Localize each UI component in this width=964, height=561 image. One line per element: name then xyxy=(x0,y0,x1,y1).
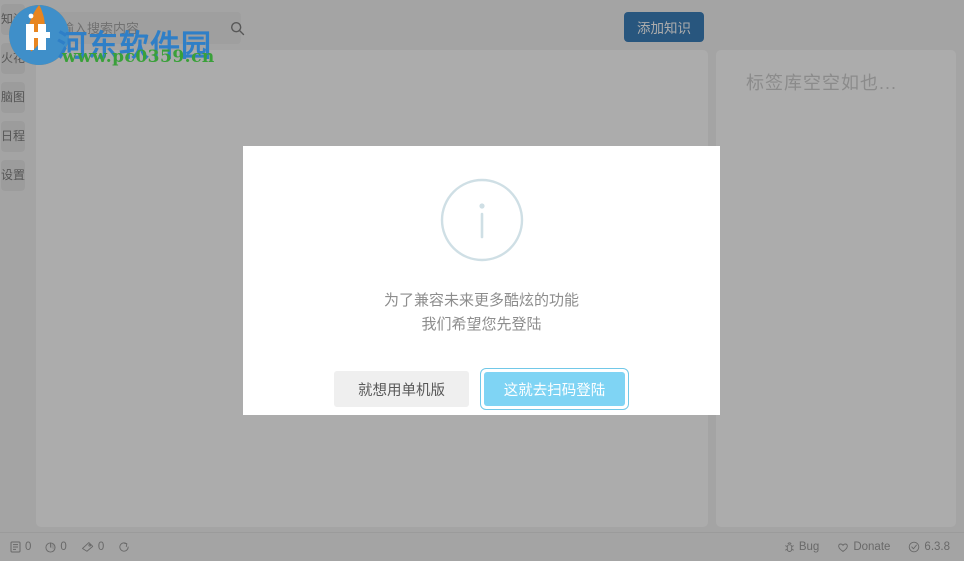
dialog-actions: 就想用单机版 这就去扫码登陆 xyxy=(243,368,720,410)
info-circle-icon xyxy=(439,177,525,263)
application-window: 知识 火花 脑图 日程 设置 请输入搜索内容 添加知识 标签库空空如也... 0… xyxy=(0,0,964,561)
use-standalone-button[interactable]: 就想用单机版 xyxy=(334,371,469,407)
scan-login-button[interactable]: 这就去扫码登陆 xyxy=(484,372,625,406)
dialog-message: 为了兼容未来更多酷炫的功能 我们希望您先登陆 xyxy=(243,289,720,337)
dialog-message-line-1: 为了兼容未来更多酷炫的功能 xyxy=(383,292,579,309)
scan-login-button-focus-ring: 这就去扫码登陆 xyxy=(480,368,629,410)
login-prompt-dialog: 为了兼容未来更多酷炫的功能 我们希望您先登陆 就想用单机版 这就去扫码登陆 xyxy=(243,146,720,415)
dialog-message-line-2: 我们希望您先登陆 xyxy=(421,316,542,333)
